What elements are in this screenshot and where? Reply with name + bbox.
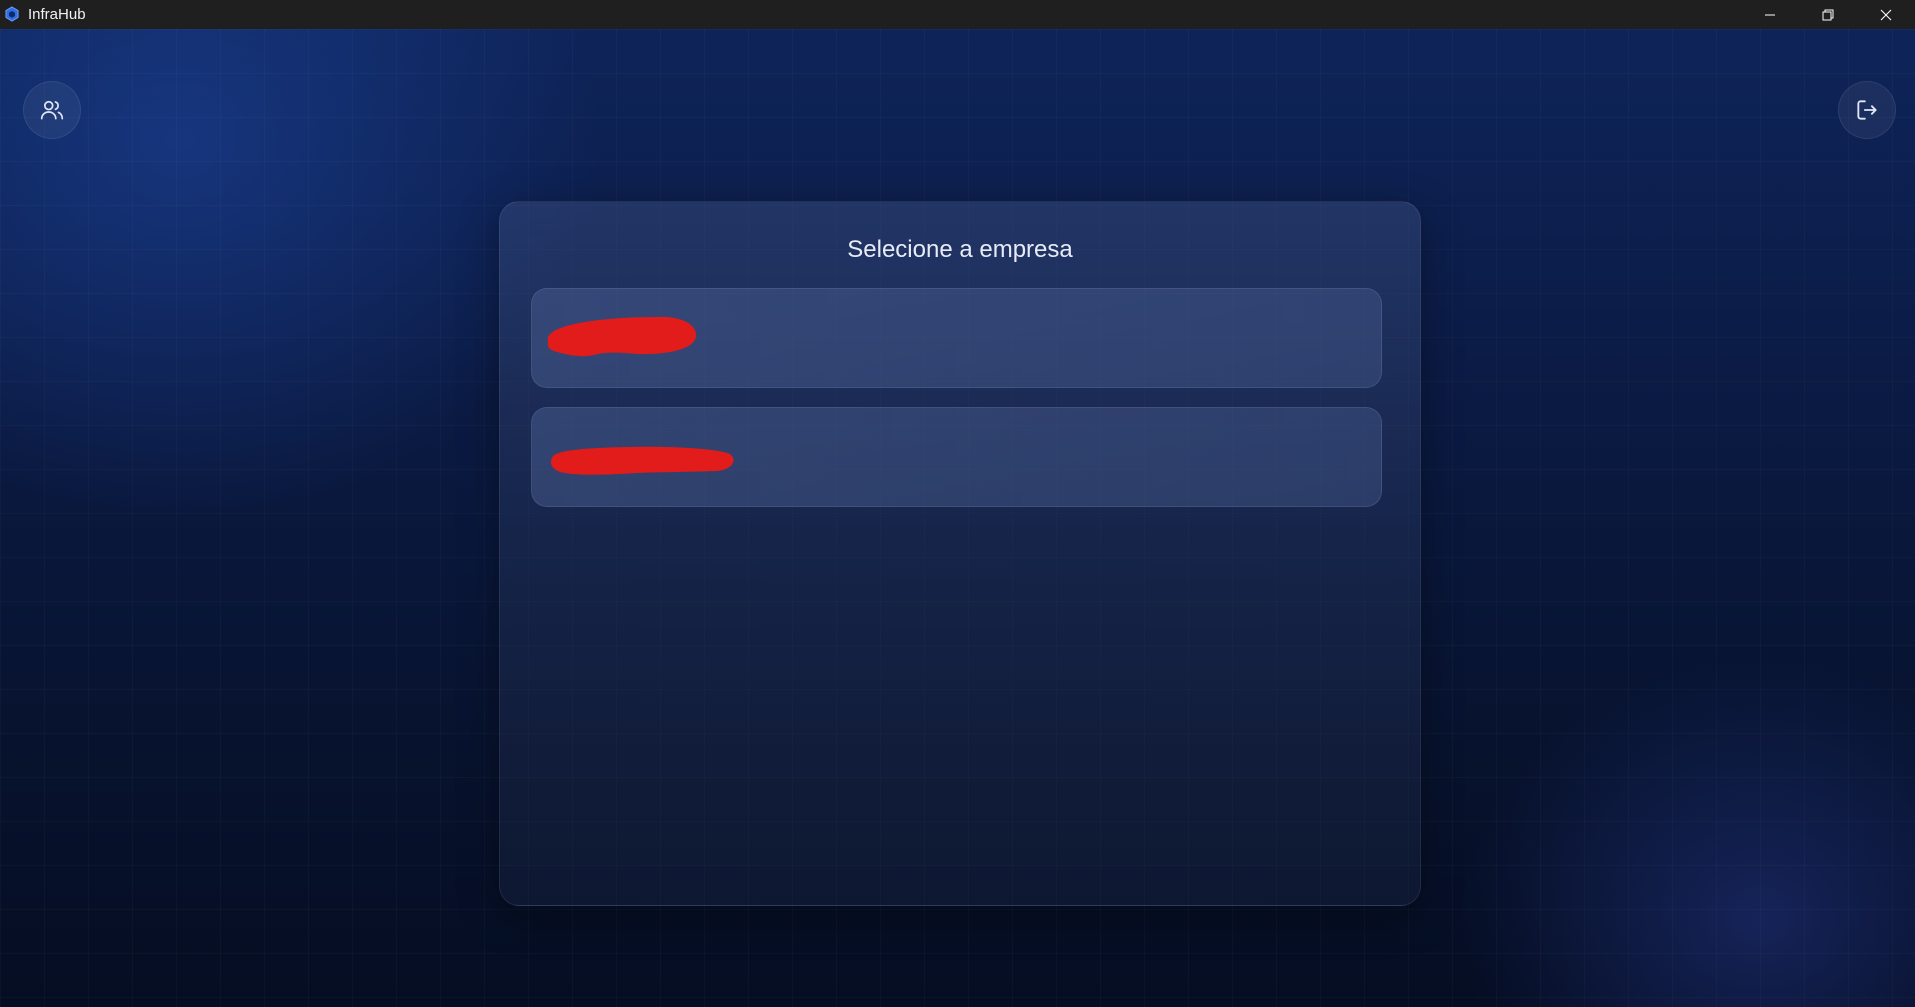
restore-button[interactable] [1799, 0, 1857, 29]
window-titlebar: InfraHub [0, 0, 1915, 29]
logout-icon [1857, 100, 1877, 120]
page-title: Selecione a empresa [847, 236, 1073, 263]
minimize-icon [1765, 14, 1775, 15]
window-title: InfraHub [28, 6, 86, 23]
redaction-mark [547, 316, 697, 357]
logout-button[interactable] [1838, 81, 1896, 139]
close-icon [1880, 9, 1892, 20]
restore-icon [1822, 9, 1834, 20]
users-icon [40, 100, 64, 120]
app-background: Selecione a empresa [0, 29, 1915, 1007]
close-button[interactable] [1857, 0, 1915, 29]
company-selection-card: Selecione a empresa [499, 201, 1421, 906]
minimize-button[interactable] [1741, 0, 1799, 29]
users-button[interactable] [23, 81, 81, 139]
company-item[interactable] [531, 407, 1382, 507]
company-item[interactable] [531, 288, 1382, 388]
redaction-mark [550, 446, 734, 475]
app-logo-icon [5, 6, 19, 22]
